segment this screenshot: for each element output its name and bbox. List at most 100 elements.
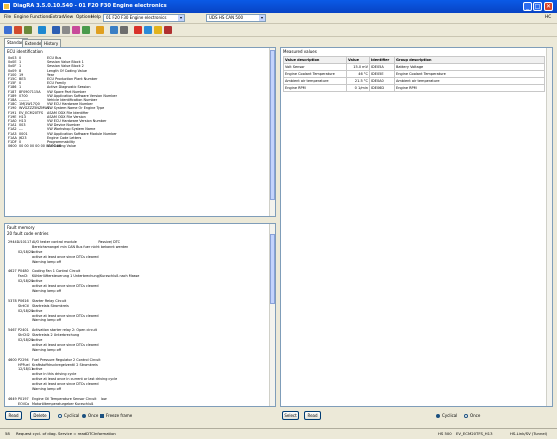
warning-icon[interactable]: [154, 26, 162, 34]
status-interface: HS-Link/SV (Tunnel): [510, 431, 548, 436]
fault-entry-cell: active at least once since DTCs cleared: [32, 284, 99, 289]
fault-entry-cell: 5467: [8, 328, 17, 333]
table-cell: 15.0 mV: [346, 63, 370, 71]
fault-entry-cell: EOilCo: [18, 401, 30, 406]
table-row[interactable]: Engine Coolant Temperature 46 °C IDE05E Eng…: [283, 70, 545, 78]
measured-scrollbar[interactable]: [546, 48, 552, 406]
ecu-scrollbar[interactable]: [269, 48, 275, 216]
fault-entry-cell: P0197: [18, 396, 29, 401]
table-row[interactable]: Engine RPM 0 1/min IDE06D Engine RPM: [283, 84, 545, 92]
fault-entry-cell: StrCtl2: [18, 333, 30, 338]
fault-delete-button[interactable]: Delete: [30, 411, 50, 420]
select-button[interactable]: Select: [282, 411, 299, 420]
tab-history[interactable]: History: [41, 39, 62, 47]
radio-selected-icon: [436, 414, 440, 418]
read-icon[interactable]: [38, 26, 46, 34]
disconnect-icon[interactable]: [14, 26, 22, 34]
ecu-identification-pane: ECU identification 0x03 0 ECU Bus 0x0E 1 Sess…: [4, 47, 276, 217]
table-row[interactable]: Ambient air temperature 21.5 °C IDE0A0 Ambi…: [283, 77, 545, 85]
minimize-button[interactable]: _: [523, 2, 532, 11]
coding-icon[interactable]: [72, 26, 80, 34]
fault-read-button[interactable]: Read: [5, 411, 22, 420]
table-cell: IDE06D: [369, 84, 395, 92]
maximize-button[interactable]: □: [533, 2, 542, 11]
table-cell: Engine Coolant Temperature: [394, 70, 545, 78]
flash-icon[interactable]: [110, 26, 118, 34]
fault-entry-cell: 4649: [8, 396, 17, 401]
log-icon[interactable]: [120, 26, 128, 34]
close-button[interactable]: ✕: [544, 2, 553, 11]
fault-once-radio[interactable]: Once: [82, 413, 98, 418]
table-row[interactable]: Volt Sensor 15.0 mV IDE05A Battery Voltage: [283, 63, 545, 71]
menu-bar: File Engine Functions Extras View Option…: [0, 13, 557, 24]
fault-entry-cell: Bereichsmangel min CAN Bus fuer nicht be…: [32, 244, 129, 249]
radio-icon: [58, 414, 62, 418]
fault-entry-cell: Startrelais 2 Unterbrechung: [32, 333, 80, 338]
fault-cyclical-label: Cyclical: [64, 413, 80, 418]
fault-entry-cell: 5378: [8, 298, 17, 303]
radio-icon: [464, 414, 468, 418]
adaptation-icon[interactable]: [82, 26, 90, 34]
fault-entry-cell: active at least once since DTCs cleared: [32, 313, 99, 318]
connect-icon[interactable]: [4, 26, 12, 34]
title-bar: DiagRA 3.5.0.10.540 - 01 F20 F30 Engine …: [0, 0, 557, 13]
menu-file[interactable]: File: [4, 15, 11, 20]
exit-icon[interactable]: [164, 26, 172, 34]
chevron-down-icon: ▾: [178, 15, 184, 21]
measured-values-header: Measured values: [283, 49, 317, 54]
fault-scroll-thumb[interactable]: [270, 234, 275, 304]
menu-extras[interactable]: Extras: [50, 15, 64, 20]
table-cell: 46 °C: [346, 70, 370, 78]
measured-once-radio[interactable]: Once: [464, 413, 480, 418]
table-cell: Ambient air temperature: [394, 77, 545, 85]
measure-icon[interactable]: [96, 26, 104, 34]
fault-entry-cell: 02/18/20: [18, 279, 34, 284]
ecu-id-cell: 0600: [8, 144, 17, 149]
fault-entry-cell: FanCt: [18, 274, 28, 279]
info-icon[interactable]: [144, 26, 152, 34]
column-header[interactable]: Value: [346, 56, 370, 64]
table-cell: 21.5 °C: [346, 77, 370, 85]
table-cell: IDE0A0: [369, 77, 395, 85]
column-header[interactable]: Value description: [283, 56, 347, 64]
stop-icon[interactable]: [52, 26, 60, 34]
fault-cyclical-radio[interactable]: Cyclical: [58, 413, 79, 418]
fault-entry-cell: P2294: [18, 357, 29, 362]
fault-memory-header: Fault memory: [7, 225, 35, 230]
status-message: Request cycl. of diag. Service = readDTC…: [16, 431, 116, 436]
fault-entry-cell: Warning lamp off: [32, 318, 61, 323]
menu-help[interactable]: Help: [91, 15, 101, 20]
measured-read-button[interactable]: Read: [304, 411, 321, 420]
ecu-select[interactable]: 01 F20 F30 Engine electronics ▾: [103, 14, 185, 22]
freeze-frame-checkbox[interactable]: Freeze frame: [100, 413, 132, 418]
measured-once-label: Once: [470, 413, 481, 418]
status-file: EV_ECM20TFS_H13: [456, 431, 493, 436]
fault-entry-cell: 02/18/20: [18, 308, 34, 313]
freeze-frame-label: Freeze frame: [106, 413, 133, 418]
open-icon[interactable]: [24, 26, 32, 34]
fault-entry-cell: StrtCtl: [18, 303, 29, 308]
radio-selected-icon: [82, 414, 86, 418]
config-icon[interactable]: [62, 26, 70, 34]
menu-functions[interactable]: Functions: [30, 15, 51, 20]
ecu-id-cell: VW Coding Value: [47, 144, 76, 149]
column-header[interactable]: Identifier: [369, 56, 395, 64]
table-cell: IDE05A: [369, 63, 395, 71]
fault-entry-cell: Kühlerlüftersteuerung 1 Unterbrechung/Ku…: [32, 274, 140, 279]
measured-cyclical-radio[interactable]: Cyclical: [436, 413, 457, 418]
menu-engine[interactable]: Engine: [14, 15, 29, 20]
fault-entry-cell: active: [32, 367, 43, 372]
fault-scrollbar[interactable]: [269, 224, 275, 406]
fault-entry-cell: active: [32, 279, 43, 284]
table-cell: Engine RPM: [394, 84, 545, 92]
ecu-scroll-thumb[interactable]: [270, 50, 275, 200]
fault-entry-cell: Warning lamp off: [32, 387, 61, 391]
record-icon[interactable]: [134, 26, 142, 34]
column-header[interactable]: Group description: [394, 56, 545, 64]
menu-view[interactable]: View: [63, 15, 73, 20]
ecu-identification-header: ECU identification: [7, 49, 43, 54]
status-mode: HS 500: [438, 431, 452, 436]
fault-entry-cell: Fuel Pressure Regulator 2 Control Circui…: [32, 357, 101, 362]
table-cell: 0 1/min: [346, 84, 370, 92]
protocol-select[interactable]: UDS HS CAN 500 ▾: [206, 14, 266, 22]
